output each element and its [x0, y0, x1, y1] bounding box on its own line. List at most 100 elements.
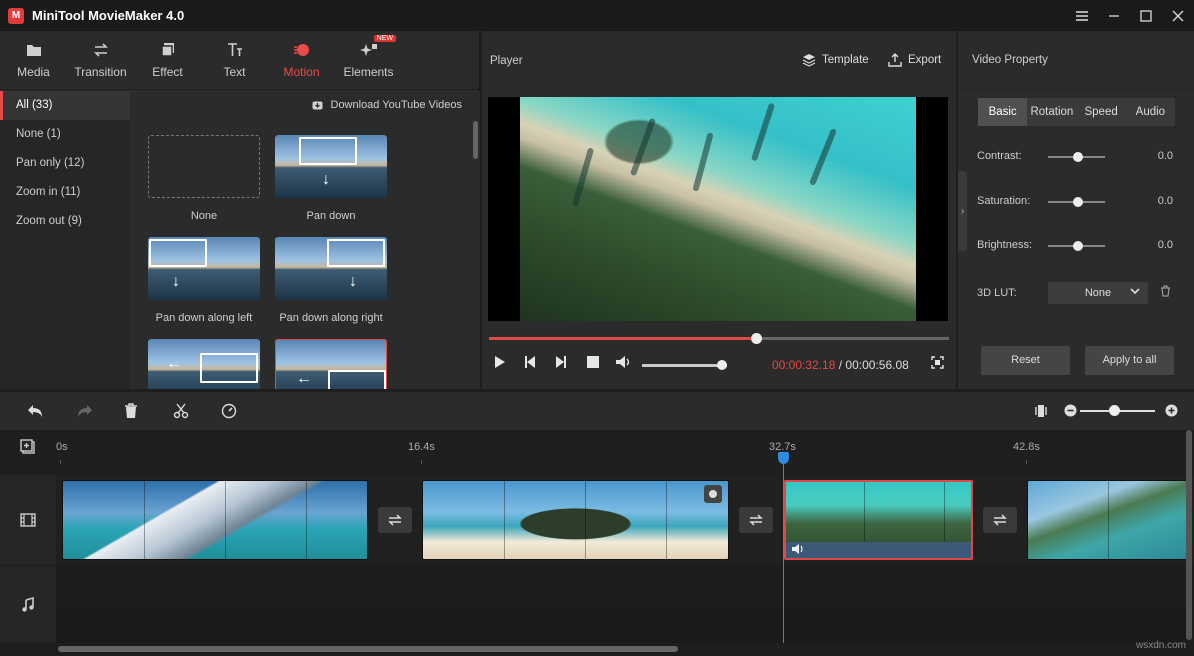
category-pan-only[interactable]: Pan only (12)	[0, 149, 130, 178]
add-track-icon[interactable]	[20, 439, 36, 458]
swap-icon	[387, 514, 403, 526]
maximize-icon[interactable]	[1130, 0, 1162, 31]
zoom-knob[interactable]	[1109, 405, 1120, 416]
playhead-handle[interactable]	[778, 452, 789, 464]
timeline-clip-lake[interactable]	[1027, 480, 1187, 560]
split-icon[interactable]	[173, 403, 189, 422]
gallery-scrollbar[interactable]	[473, 121, 478, 159]
fit-timeline-icon[interactable]	[1035, 403, 1047, 422]
player-panel: Player Template Export 00:00	[482, 31, 956, 389]
delete-icon[interactable]	[124, 403, 138, 422]
thumbnail-label: Pan down along left	[148, 312, 260, 324]
timeline-vertical-scrollbar[interactable]	[1186, 430, 1192, 640]
lut-select[interactable]: None	[1048, 282, 1148, 304]
swap-icon	[92, 41, 110, 59]
motion-pan-down-right[interactable]: ↓ Pan down along right	[275, 237, 387, 324]
download-youtube-link[interactable]: Download YouTube Videos	[312, 99, 463, 111]
volume-knob[interactable]	[717, 360, 727, 370]
export-button[interactable]: Export	[888, 53, 941, 67]
audio-track[interactable]	[56, 566, 1194, 606]
previous-icon[interactable]	[524, 355, 536, 372]
app-title: MiniTool MovieMaker 4.0	[32, 8, 184, 23]
property-tabs: Basic Rotation Speed Audio	[978, 98, 1175, 126]
category-zoom-in[interactable]: Zoom in (11)	[0, 178, 130, 207]
clip-audio-strip	[786, 542, 971, 558]
timeline-toolbar	[0, 392, 1194, 430]
music-icon	[21, 597, 35, 613]
scrollbar-thumb[interactable]	[58, 646, 678, 652]
download-icon	[312, 100, 325, 111]
tab-media-label: Media	[17, 65, 50, 79]
brightness-slider[interactable]	[1048, 245, 1105, 247]
tab-text-label: Text	[223, 65, 245, 79]
tab-elements[interactable]: NEW Elements	[335, 30, 402, 89]
playback-progress[interactable]	[489, 337, 949, 340]
film-icon	[20, 513, 36, 527]
playhead-line	[783, 460, 784, 643]
current-time: 00:00:32.18	[772, 358, 835, 372]
undo-icon[interactable]	[26, 403, 44, 422]
trash-icon[interactable]	[1160, 285, 1171, 300]
volume-slider[interactable]	[642, 364, 727, 367]
motion-pan-down-left[interactable]: ↓ Pan down along left	[148, 237, 260, 324]
contrast-slider[interactable]	[1048, 156, 1105, 158]
apply-to-all-button[interactable]: Apply to all	[1085, 346, 1174, 375]
timeline-clip-beach[interactable]	[422, 480, 729, 560]
stop-icon[interactable]	[587, 355, 599, 372]
template-label: Template	[822, 54, 869, 66]
reset-button[interactable]: Reset	[981, 346, 1070, 375]
motion-gallery: Download YouTube Videos None ↓ Pan down …	[130, 91, 480, 389]
saturation-value: 0.0	[1158, 195, 1173, 207]
video-preview[interactable]	[488, 97, 948, 321]
video-frame	[520, 97, 916, 321]
zoom-out-icon[interactable]	[1064, 404, 1077, 420]
tab-text[interactable]: Text	[201, 30, 268, 89]
motion-icon	[293, 41, 311, 59]
tab-media[interactable]: Media	[0, 30, 67, 89]
motion-none[interactable]: None	[148, 135, 260, 222]
motion-pan-left[interactable]: ←	[148, 339, 260, 389]
saturation-slider[interactable]	[1048, 201, 1105, 203]
progress-knob[interactable]	[751, 333, 762, 344]
tab-effect[interactable]: Effect	[134, 30, 201, 89]
volume-icon[interactable]	[615, 355, 633, 372]
timeline-clip-mountain[interactable]	[62, 480, 368, 560]
close-icon[interactable]	[1162, 0, 1194, 31]
next-icon[interactable]	[555, 355, 567, 372]
transition-slot[interactable]	[983, 507, 1017, 533]
motion-pan-down[interactable]: ↓ Pan down	[275, 135, 387, 222]
tab-rotation[interactable]: Rotation	[1027, 98, 1076, 126]
thumbnail-pan-down-right: ↓	[275, 237, 387, 300]
timeline-ruler[interactable]: 0s 16.4s 32.7s 42.8s	[0, 430, 1194, 464]
expand-panel-icon[interactable]: ›	[958, 171, 967, 251]
zoom-in-icon[interactable]	[1165, 404, 1178, 420]
redo-icon[interactable]	[76, 403, 94, 422]
brightness-knob[interactable]	[1073, 241, 1083, 251]
thumbnail-label: None	[148, 210, 260, 222]
fullscreen-icon[interactable]	[931, 356, 944, 372]
speed-icon[interactable]	[221, 403, 237, 422]
transition-slot[interactable]	[378, 507, 412, 533]
tab-motion[interactable]: Motion	[268, 30, 335, 89]
saturation-knob[interactable]	[1073, 197, 1083, 207]
contrast-knob[interactable]	[1073, 152, 1083, 162]
play-icon[interactable]	[494, 355, 506, 372]
category-zoom-out[interactable]: Zoom out (9)	[0, 207, 130, 236]
motion-pan-left-down[interactable]: ←	[275, 339, 387, 389]
tab-speed[interactable]: Speed	[1077, 98, 1126, 126]
tab-transition[interactable]: Transition	[67, 30, 134, 89]
timeline-horizontal-scrollbar[interactable]	[0, 643, 1194, 656]
tab-basic[interactable]: Basic	[978, 98, 1027, 126]
video-property-panel: Video Property › Basic Rotation Speed Au…	[958, 31, 1194, 389]
time-display: 00:00:32.18 / 00:00:56.08	[772, 358, 909, 372]
timeline-clip-aerial-selected[interactable]	[784, 480, 973, 560]
transition-slot[interactable]	[739, 507, 773, 533]
category-all[interactable]: All (33)	[0, 91, 130, 120]
template-button[interactable]: Template	[802, 53, 869, 67]
time-separator: /	[835, 358, 845, 372]
tab-audio[interactable]: Audio	[1126, 98, 1175, 126]
minimize-icon[interactable]	[1098, 0, 1130, 31]
player-controls: 00:00:32.18 / 00:00:56.08	[482, 353, 956, 377]
menu-icon[interactable]	[1066, 0, 1098, 31]
category-none[interactable]: None (1)	[0, 120, 130, 149]
